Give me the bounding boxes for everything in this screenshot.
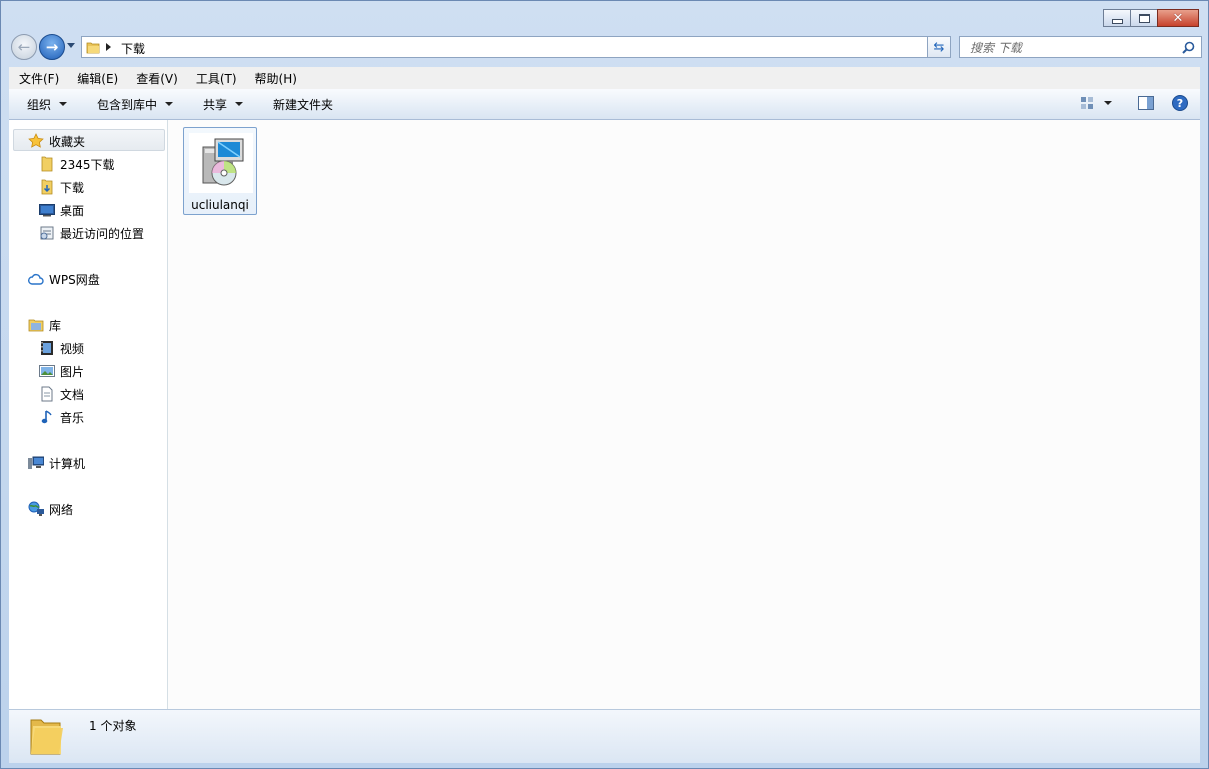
video-icon	[38, 340, 55, 356]
include-in-library-button[interactable]: 包含到库中	[97, 96, 174, 113]
sidebar-item-network[interactable]: 网络	[27, 498, 73, 520]
sidebar-item-label: 2345下载	[60, 157, 115, 172]
sidebar-item-videos[interactable]: 视频	[38, 337, 84, 359]
sidebar-item-computer[interactable]: 计算机	[27, 452, 85, 474]
breadcrumb-separator-icon[interactable]	[106, 43, 111, 51]
chevron-down-icon	[235, 102, 244, 106]
content-area: 收藏夹 2345下载 下载 桌面 最近访问的位置 WPS网盘 库 视频 图片 文…	[9, 120, 1200, 709]
desktop-icon	[38, 202, 55, 218]
sidebar-item-recent-places[interactable]: 最近访问的位置	[38, 222, 144, 244]
change-view-button[interactable]	[1080, 96, 1112, 110]
sidebar-item-label: 下载	[60, 180, 85, 195]
sidebar-item-label: 桌面	[60, 203, 85, 218]
chevron-down-icon	[165, 102, 174, 106]
item-count: 1 个对象	[89, 719, 137, 733]
sidebar-item-pictures[interactable]: 图片	[38, 360, 84, 382]
sidebar-item-label: 收藏夹	[49, 134, 86, 149]
search-box	[959, 36, 1202, 58]
recent-pages-dropdown[interactable]	[67, 43, 75, 48]
picture-icon	[38, 363, 55, 379]
document-icon	[38, 386, 55, 402]
search-icon[interactable]	[1182, 41, 1195, 57]
menu-bar: 文件(F) 编辑(E) 查看(V) 工具(T) 帮助(H)	[9, 67, 1200, 89]
sidebar-item-documents[interactable]: 文档	[38, 383, 84, 405]
new-folder-label: 新建文件夹	[273, 97, 334, 112]
downloads-folder-icon	[38, 179, 55, 195]
organize-label: 组织	[27, 97, 52, 112]
view-options-icon	[1081, 97, 1093, 109]
sidebar-item-wps-cloud[interactable]: WPS网盘	[27, 268, 100, 290]
explorer-window: ✕ ← → 下载 ⇆ 文件(F) 编辑(E) 查看(V) 工具(T) 帮助(H)	[0, 0, 1209, 769]
sidebar-item-downloads[interactable]: 下载	[38, 176, 84, 198]
menu-edit[interactable]: 编辑(E)	[67, 70, 126, 87]
chevron-down-icon	[1104, 101, 1112, 105]
sidebar-item-label: 音乐	[60, 410, 85, 425]
sidebar-item-label: 视频	[60, 341, 85, 356]
help-button[interactable]: ?	[1172, 95, 1188, 111]
cloud-icon	[27, 271, 44, 287]
folder-icon	[38, 156, 55, 172]
folder-icon	[27, 714, 67, 761]
maximize-icon	[1138, 13, 1150, 23]
view-controls: ?	[1080, 95, 1188, 111]
music-icon	[38, 409, 55, 425]
search-input[interactable]	[968, 38, 1172, 58]
sidebar-item-label: 图片	[60, 364, 85, 379]
sidebar-item-label: 文档	[60, 387, 85, 402]
installer-icon	[189, 133, 253, 193]
address-bar[interactable]: 下载	[81, 36, 951, 58]
forward-button[interactable]: →	[39, 34, 65, 60]
sidebar-item-desktop[interactable]: 桌面	[38, 199, 84, 221]
sidebar-item-label: WPS网盘	[49, 272, 100, 287]
close-button[interactable]: ✕	[1157, 9, 1199, 27]
chevron-down-icon	[59, 102, 68, 106]
command-bar: 组织 包含到库中 共享 新建文件夹 ?	[9, 89, 1200, 120]
navigation-pane: 收藏夹 2345下载 下载 桌面 最近访问的位置 WPS网盘 库 视频 图片 文…	[9, 120, 168, 709]
sidebar-item-libraries[interactable]: 库	[27, 314, 61, 336]
recent-places-icon	[38, 225, 55, 241]
preview-pane-icon	[1138, 96, 1154, 110]
new-folder-button[interactable]: 新建文件夹	[273, 96, 333, 113]
back-button[interactable]: ←	[11, 34, 37, 60]
sidebar-item-2345-download[interactable]: 2345下载	[38, 153, 115, 175]
sidebar-item-music[interactable]: 音乐	[38, 406, 84, 428]
refresh-button[interactable]: ⇆	[927, 36, 951, 58]
share-button[interactable]: 共享	[203, 96, 244, 113]
sidebar-item-label: 库	[49, 318, 62, 333]
include-in-library-label: 包含到库中	[97, 97, 158, 112]
library-icon	[27, 317, 44, 333]
forward-arrow-icon: →	[45, 38, 59, 56]
back-arrow-icon: ←	[17, 38, 31, 56]
menu-help[interactable]: 帮助(H)	[245, 70, 305, 87]
help-icon: ?	[1172, 95, 1188, 111]
caption-buttons: ✕	[1103, 9, 1199, 27]
svg-text:?: ?	[1177, 97, 1183, 110]
sidebar-item-label: 最近访问的位置	[60, 226, 145, 241]
share-label: 共享	[203, 97, 228, 112]
network-icon	[27, 501, 44, 517]
minimize-button[interactable]	[1103, 9, 1131, 27]
star-icon	[27, 133, 44, 149]
menu-file[interactable]: 文件(F)	[9, 70, 67, 87]
folder-icon	[86, 40, 100, 57]
file-item[interactable]: ucliulanqi	[183, 127, 257, 215]
sidebar-item-favorites[interactable]: 收藏夹	[27, 130, 85, 152]
breadcrumb-item[interactable]: 下载	[121, 40, 145, 57]
refresh-icon: ⇆	[933, 39, 945, 55]
menu-view[interactable]: 查看(V)	[126, 70, 186, 87]
sidebar-item-label: 计算机	[49, 456, 86, 471]
menu-tools[interactable]: 工具(T)	[186, 70, 245, 87]
navigation-bar: ← → 下载 ⇆	[9, 34, 1202, 60]
preview-pane-button[interactable]	[1138, 96, 1154, 110]
details-pane: 1 个对象	[9, 709, 1200, 763]
minimize-icon	[1111, 18, 1123, 24]
sidebar-item-label: 网络	[49, 502, 74, 517]
close-icon: ✕	[1172, 10, 1184, 26]
file-name: ucliulanqi	[191, 198, 249, 212]
organize-button[interactable]: 组织	[27, 96, 68, 113]
computer-icon	[27, 455, 44, 471]
file-list: ucliulanqi	[168, 120, 1200, 709]
maximize-button[interactable]	[1130, 9, 1158, 27]
